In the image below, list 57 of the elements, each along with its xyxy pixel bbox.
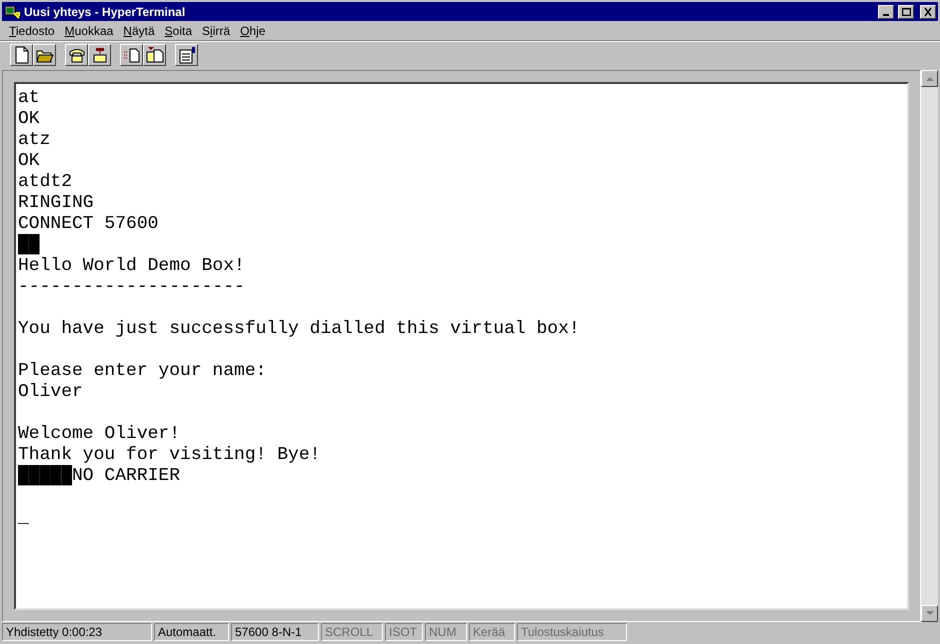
terminal-line: RINGING [18, 193, 94, 214]
menu-item[interactable]: Muokkaa [60, 22, 118, 40]
up-arrow-icon [926, 76, 934, 81]
status-panel: Yhdistetty 0:00:23 [2, 623, 152, 641]
properties-icon [178, 46, 196, 64]
terminal-line: ██ [18, 235, 40, 256]
menu-item[interactable]: Tiedosto [4, 22, 60, 40]
close-icon [922, 6, 934, 16]
close-button[interactable] [920, 4, 936, 18]
status-panel: Tulostuskaiutus [517, 623, 627, 641]
terminal-line: Welcome Oliver! [18, 424, 180, 445]
scroll-down-button[interactable] [921, 605, 938, 622]
terminal-line: OK [18, 109, 40, 130]
scroll-up-button[interactable] [921, 70, 938, 87]
maximize-button[interactable] [898, 4, 914, 18]
terminal-line: _ [18, 508, 29, 529]
toolbar-button[interactable] [175, 44, 198, 66]
terminal-line: --------------------- [18, 277, 245, 298]
minimize-icon [883, 14, 889, 16]
send-file-icon [122, 46, 140, 64]
terminal-line: atz [18, 130, 50, 151]
down-arrow-icon [926, 611, 934, 616]
terminal-icon [4, 4, 20, 20]
toolbar-button[interactable] [88, 44, 111, 66]
status-panel: NUM [425, 623, 467, 641]
terminal-line: Hello World Demo Box! [18, 256, 245, 277]
terminal-line: █████NO CARRIER [18, 466, 180, 487]
terminal-line: CONNECT 57600 [18, 214, 158, 234]
terminal-line: OK [18, 151, 40, 172]
toolbar-button[interactable] [65, 44, 88, 66]
toolbar-button[interactable] [10, 44, 33, 66]
telephone-hang-up-icon [90, 46, 108, 64]
status-panel: Kerää [469, 623, 515, 641]
status-panel: ISOT [385, 623, 423, 641]
toolbar-button[interactable] [143, 44, 166, 66]
terminal-line: at [18, 88, 40, 109]
terminal-line: Oliver [18, 382, 83, 403]
receive-file-icon [146, 46, 164, 64]
menu-item[interactable]: Ohje [235, 22, 270, 40]
window-title: Uusi yhteys - HyperTerminal [24, 4, 186, 20]
terminal-line: You have just successfully dialled this virtual box! [18, 319, 580, 340]
status-panel: SCROLL [321, 623, 383, 641]
new-document-icon [12, 46, 30, 64]
terminal-line: Please enter your name: [18, 361, 266, 382]
maximize-icon [902, 8, 910, 16]
minimize-button[interactable] [878, 4, 894, 18]
terminal-line: Thank you for visiting! Bye! [18, 445, 320, 465]
menu-item[interactable]: Siirrä [197, 22, 236, 40]
status-panel: Automaatt. [154, 623, 229, 641]
menu-item[interactable]: Näytä [118, 22, 160, 40]
terminal-line: atdt2 [18, 172, 72, 193]
menu-item[interactable]: Soita [160, 22, 198, 40]
status-panel: 57600 8-N-1 [231, 623, 319, 641]
vertical-scrollbar[interactable] [921, 70, 938, 622]
telephone-icon [68, 46, 86, 64]
toolbar-button[interactable] [33, 44, 56, 66]
toolbar-button[interactable] [120, 44, 143, 66]
